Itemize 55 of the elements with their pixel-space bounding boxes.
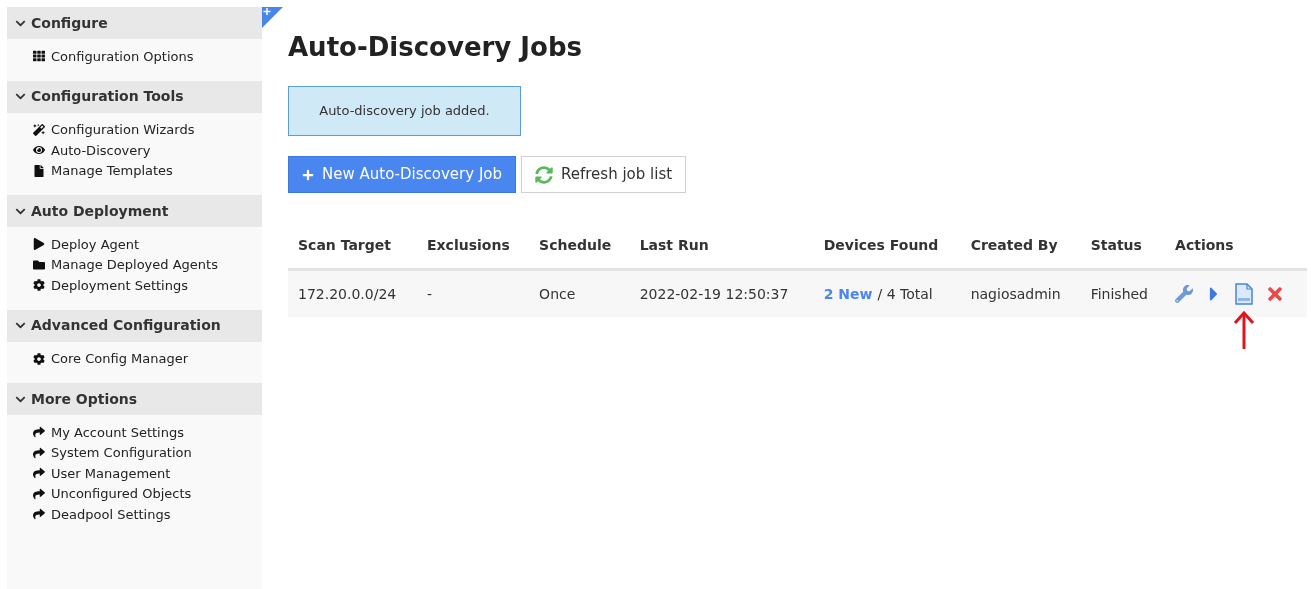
- new-job-button[interactable]: New Auto-Discovery Job: [288, 156, 516, 193]
- share-arrow-icon: [33, 426, 45, 439]
- folder-icon: [33, 258, 45, 271]
- table-cell: 172.20.0.0/24: [288, 269, 417, 317]
- refresh-button[interactable]: Refresh job list: [521, 156, 687, 193]
- plus-icon: [302, 168, 314, 181]
- document-icon[interactable]: [1235, 283, 1254, 305]
- file-icon: [33, 164, 45, 177]
- sidebar-link[interactable]: Deadpool Settings: [7, 504, 262, 525]
- sidebar-link[interactable]: User Management: [7, 463, 262, 484]
- page-title: Auto-Discovery Jobs: [288, 31, 583, 64]
- share-arrow-icon: [33, 446, 45, 459]
- sidebar-link[interactable]: Auto-Discovery: [7, 140, 262, 161]
- column-header: Schedule: [529, 231, 630, 270]
- sidebar-link[interactable]: Deploy Agent: [7, 234, 262, 255]
- gear-icon: [33, 279, 45, 292]
- sidebar-link[interactable]: Manage Templates: [7, 160, 262, 181]
- table-cell: Once: [529, 269, 630, 317]
- total-devices-text: / 4 Total: [877, 284, 933, 304]
- gear-icon: [33, 352, 45, 365]
- sidebar-section-header[interactable]: Configure: [7, 7, 262, 39]
- sidebar-link[interactable]: System Configuration: [7, 442, 262, 463]
- success-alert: Auto-discovery job added.: [288, 86, 521, 136]
- sidebar-link[interactable]: Configuration Options: [7, 46, 262, 67]
- share-arrow-icon: [33, 467, 45, 480]
- wrench-icon[interactable]: [1175, 285, 1194, 303]
- column-header: Devices Found: [813, 231, 961, 270]
- share-arrow-icon: [33, 508, 45, 521]
- sidebar-section-header[interactable]: Advanced Configuration: [7, 309, 262, 342]
- sidebar-link[interactable]: Unconfigured Objects: [7, 483, 262, 504]
- sidebar-link[interactable]: Deployment Settings: [7, 275, 262, 296]
- column-header: Actions: [1165, 231, 1307, 270]
- grid-icon: [33, 50, 45, 63]
- play-icon: [33, 238, 45, 251]
- sidebar-link[interactable]: Configuration Wizards: [7, 119, 262, 140]
- table-cell: 2022-02-19 12:50:37: [629, 269, 814, 317]
- table-cell: -: [417, 269, 530, 317]
- wand-icon: [33, 123, 45, 136]
- column-header: Scan Target: [288, 231, 417, 270]
- column-header: Exclusions: [417, 231, 530, 270]
- sidebar-link[interactable]: Manage Deployed Agents: [7, 254, 262, 275]
- sidebar-link[interactable]: Core Config Manager: [7, 348, 262, 369]
- sidebar-section-header[interactable]: More Options: [7, 383, 262, 415]
- share-arrow-icon: [33, 487, 45, 500]
- sidebar-link[interactable]: My Account Settings: [7, 422, 262, 443]
- table-cell: Finished: [1080, 269, 1166, 317]
- sidebar-section-header[interactable]: Auto Deployment: [7, 195, 262, 227]
- corner-add-icon[interactable]: [262, 7, 283, 28]
- column-header: Last Run: [629, 231, 814, 270]
- sidebar-section-header[interactable]: Configuration Tools: [7, 80, 262, 113]
- refresh-icon: [535, 165, 553, 184]
- column-header: Status: [1080, 231, 1166, 270]
- column-header: Created By: [960, 231, 1081, 270]
- eye-icon: [33, 144, 45, 157]
- table-cell: nagiosadmin: [960, 269, 1081, 317]
